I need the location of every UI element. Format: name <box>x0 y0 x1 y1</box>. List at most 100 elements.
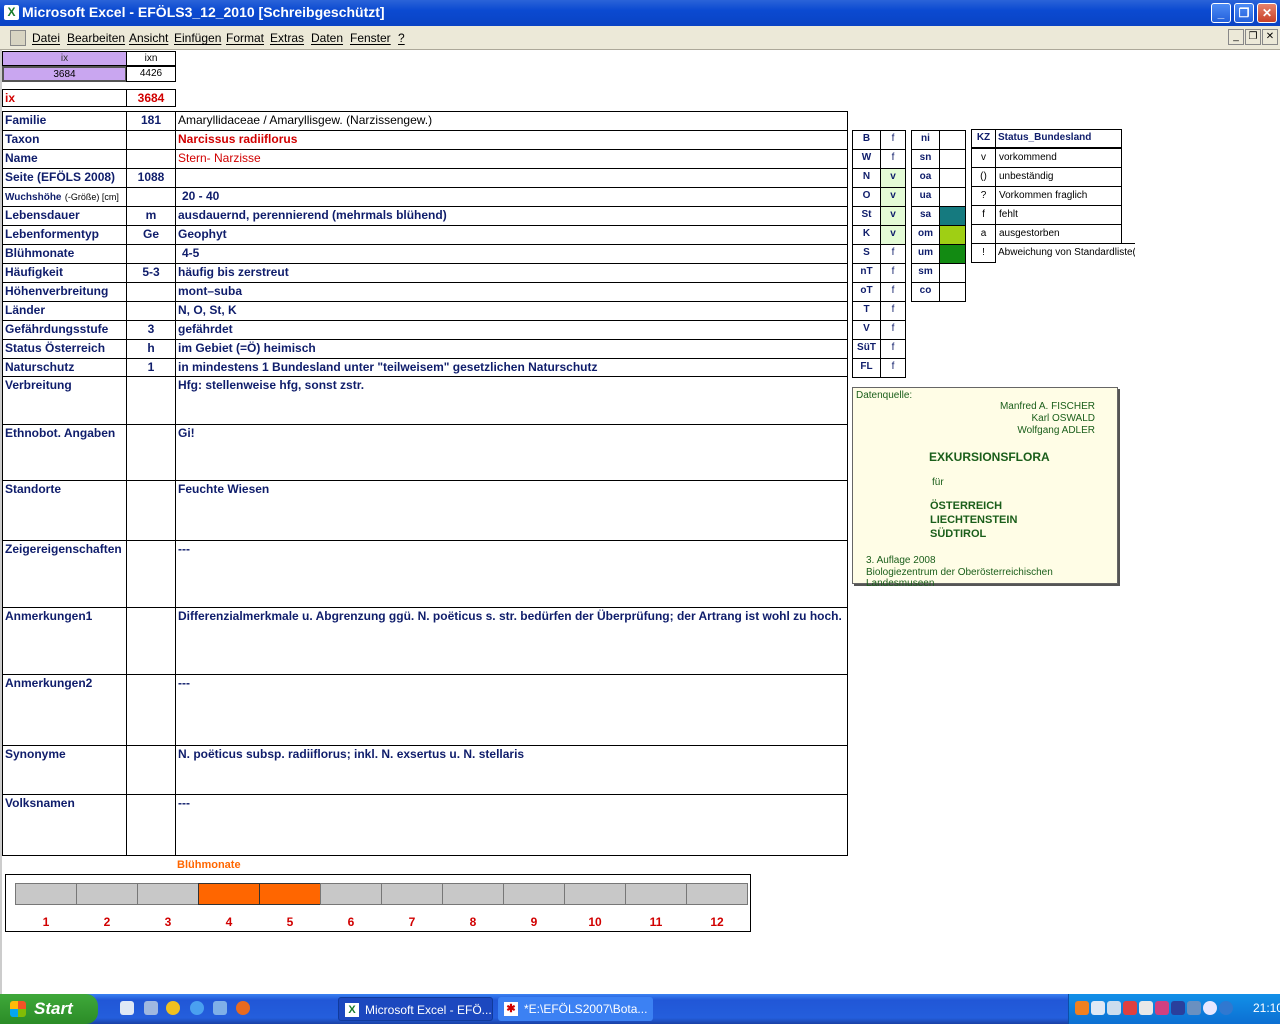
legend-status-header[interactable]: Status_Bundesland <box>995 129 1122 148</box>
code-anmerkungen2[interactable] <box>126 674 176 746</box>
legend-kz-5[interactable]: ! <box>971 243 996 263</box>
value-naturschutz[interactable]: in mindestens 1 Bundesland unter "teilwe… <box>175 358 848 377</box>
doc-restore-button[interactable]: ❐ <box>1245 29 1261 45</box>
value-verbreitung[interactable]: Hfg: stellenweise hfg, sonst zstr. <box>175 376 848 425</box>
land-code-12[interactable]: FL <box>852 358 881 378</box>
label-laender[interactable]: Länder <box>2 301 127 321</box>
maximize-button[interactable]: ❐ <box>1234 3 1254 23</box>
region-code-co[interactable]: co <box>911 282 940 302</box>
task-explorer[interactable]: ✱ *E:\EFÖLS2007\Bota... <box>498 997 653 1021</box>
land-status-12[interactable]: f <box>880 358 906 378</box>
label-haeufigkeit[interactable]: Häufigkeit <box>2 263 127 283</box>
land-status-6[interactable]: f <box>880 244 906 264</box>
value-bluehmonate[interactable]: 4-5 <box>175 244 848 264</box>
code-haeufigkeit[interactable]: 5-3 <box>126 263 176 283</box>
value-synonyme[interactable]: N. poëticus subsp. radiiflorus; inkl. N.… <box>175 745 848 795</box>
land-code-5[interactable]: K <box>852 225 881 245</box>
legend-kz-3[interactable]: f <box>971 205 996 225</box>
label-anmerkungen2[interactable]: Anmerkungen2 <box>2 674 127 746</box>
value-standorte[interactable]: Feuchte Wiesen <box>175 480 848 541</box>
region-code-ua[interactable]: ua <box>911 187 940 207</box>
land-code-11[interactable]: SüT <box>852 339 881 359</box>
value-hoehenverbreitung[interactable]: mont–suba <box>175 282 848 302</box>
menu-einfuegen[interactable]: Einfügen <box>174 31 221 45</box>
legend-kz-4[interactable]: a <box>971 224 996 244</box>
code-volksnamen[interactable] <box>126 794 176 856</box>
label-seite[interactable]: Seite (EFÖLS 2008) <box>2 168 127 188</box>
land-code-3[interactable]: O <box>852 187 881 207</box>
label-zeigereigenschaften[interactable]: Zeigereigenschaften <box>2 540 127 608</box>
value-lebenformentyp[interactable]: Geophyt <box>175 225 848 245</box>
ixn-value-cell[interactable]: 4426 <box>126 66 176 82</box>
ix-header-cell[interactable]: ix <box>2 51 127 66</box>
region-code-um[interactable]: um <box>911 244 940 264</box>
label-standorte[interactable]: Standorte <box>2 480 127 541</box>
label-synonyme[interactable]: Synonyme <box>2 745 127 795</box>
region-fill-sa[interactable] <box>939 206 966 226</box>
code-laender[interactable] <box>126 301 176 321</box>
legend-text-4[interactable]: ausgestorben <box>995 224 1122 244</box>
land-code-4[interactable]: St <box>852 206 881 226</box>
tray-icon-8[interactable] <box>1187 1001 1201 1015</box>
code-synonyme[interactable] <box>126 745 176 795</box>
region-code-sm[interactable]: sm <box>911 263 940 283</box>
land-status-7[interactable]: f <box>880 263 906 283</box>
menu-extras[interactable]: Extras <box>270 31 304 45</box>
value-seite[interactable] <box>175 168 848 188</box>
value-ethnobot-angaben[interactable]: Gi! <box>175 424 848 481</box>
tray-security-icon[interactable] <box>1123 1001 1137 1015</box>
value-familie[interactable]: Amaryllidaceae / Amaryllisgew. (Narzisse… <box>175 111 848 131</box>
menu-format[interactable]: Format <box>226 31 264 45</box>
value-zeigereigenschaften[interactable]: --- <box>175 540 848 608</box>
quicklaunch-icon-5[interactable] <box>213 1001 227 1015</box>
menu-bearbeiten[interactable]: Bearbeiten <box>67 31 125 45</box>
value-laender[interactable]: N, O, St, K <box>175 301 848 321</box>
bloom-month-chart[interactable]: 1 2 3 4 5 6 7 8 9 10 11 12 <box>5 874 751 932</box>
label-familie[interactable]: Familie <box>2 111 127 131</box>
tray-icon-6[interactable] <box>1155 1001 1169 1015</box>
ix-value-cell[interactable]: 3684 <box>2 66 127 82</box>
tray-wifi-icon[interactable] <box>1107 1001 1121 1015</box>
value-volksnamen[interactable]: --- <box>175 794 848 856</box>
legend-text-0[interactable]: vorkommend <box>995 148 1122 168</box>
land-status-3[interactable]: v <box>880 187 906 207</box>
region-fill-sn[interactable] <box>939 149 966 169</box>
tray-info-icon[interactable] <box>1219 1001 1233 1015</box>
land-status-8[interactable]: f <box>880 282 906 302</box>
region-code-sa[interactable]: sa <box>911 206 940 226</box>
code-lebensdauer[interactable]: m <box>126 206 176 226</box>
internet-explorer-icon[interactable] <box>190 1001 204 1015</box>
region-fill-om[interactable] <box>939 225 966 245</box>
excel-app-icon[interactable]: X <box>4 5 19 20</box>
land-status-11[interactable]: f <box>880 339 906 359</box>
label-volksnamen[interactable]: Volksnamen <box>2 794 127 856</box>
menu-datei[interactable]: Datei <box>32 31 60 45</box>
region-fill-co[interactable] <box>939 282 966 302</box>
region-code-sn[interactable]: sn <box>911 149 940 169</box>
land-code-6[interactable]: S <box>852 244 881 264</box>
code-naturschutz[interactable]: 1 <box>126 358 176 377</box>
value-status-oesterreich[interactable]: im Gebiet (=Ö) heimisch <box>175 339 848 359</box>
legend-text-3[interactable]: fehlt <box>995 205 1122 225</box>
code-ethnobot-angaben[interactable] <box>126 424 176 481</box>
land-status-10[interactable]: f <box>880 320 906 340</box>
region-fill-ni[interactable] <box>939 130 966 150</box>
label-hoehenverbreitung[interactable]: Höhenverbreitung <box>2 282 127 302</box>
land-code-10[interactable]: V <box>852 320 881 340</box>
land-code-0[interactable]: B <box>852 130 881 150</box>
tray-icon-1[interactable] <box>1075 1001 1089 1015</box>
tray-shield-icon[interactable] <box>1171 1001 1185 1015</box>
tray-network-icon[interactable] <box>1091 1001 1105 1015</box>
code-standorte[interactable] <box>126 480 176 541</box>
media-player-icon[interactable] <box>166 1001 180 1015</box>
label-verbreitung[interactable]: Verbreitung <box>2 376 127 425</box>
label-anmerkungen1[interactable]: Anmerkungen1 <box>2 607 127 675</box>
label-ethnobot-angaben[interactable]: Ethnobot. Angaben <box>2 424 127 481</box>
region-fill-oa[interactable] <box>939 168 966 188</box>
value-lebensdauer[interactable]: ausdauernd, perennierend (mehrmals blühe… <box>175 206 848 226</box>
code-seite[interactable]: 1088 <box>126 168 176 188</box>
region-fill-ua[interactable] <box>939 187 966 207</box>
legend-text-2[interactable]: Vorkommen fraglich <box>995 186 1122 206</box>
legend-kz-0[interactable]: v <box>971 148 996 168</box>
region-fill-sm[interactable] <box>939 263 966 283</box>
